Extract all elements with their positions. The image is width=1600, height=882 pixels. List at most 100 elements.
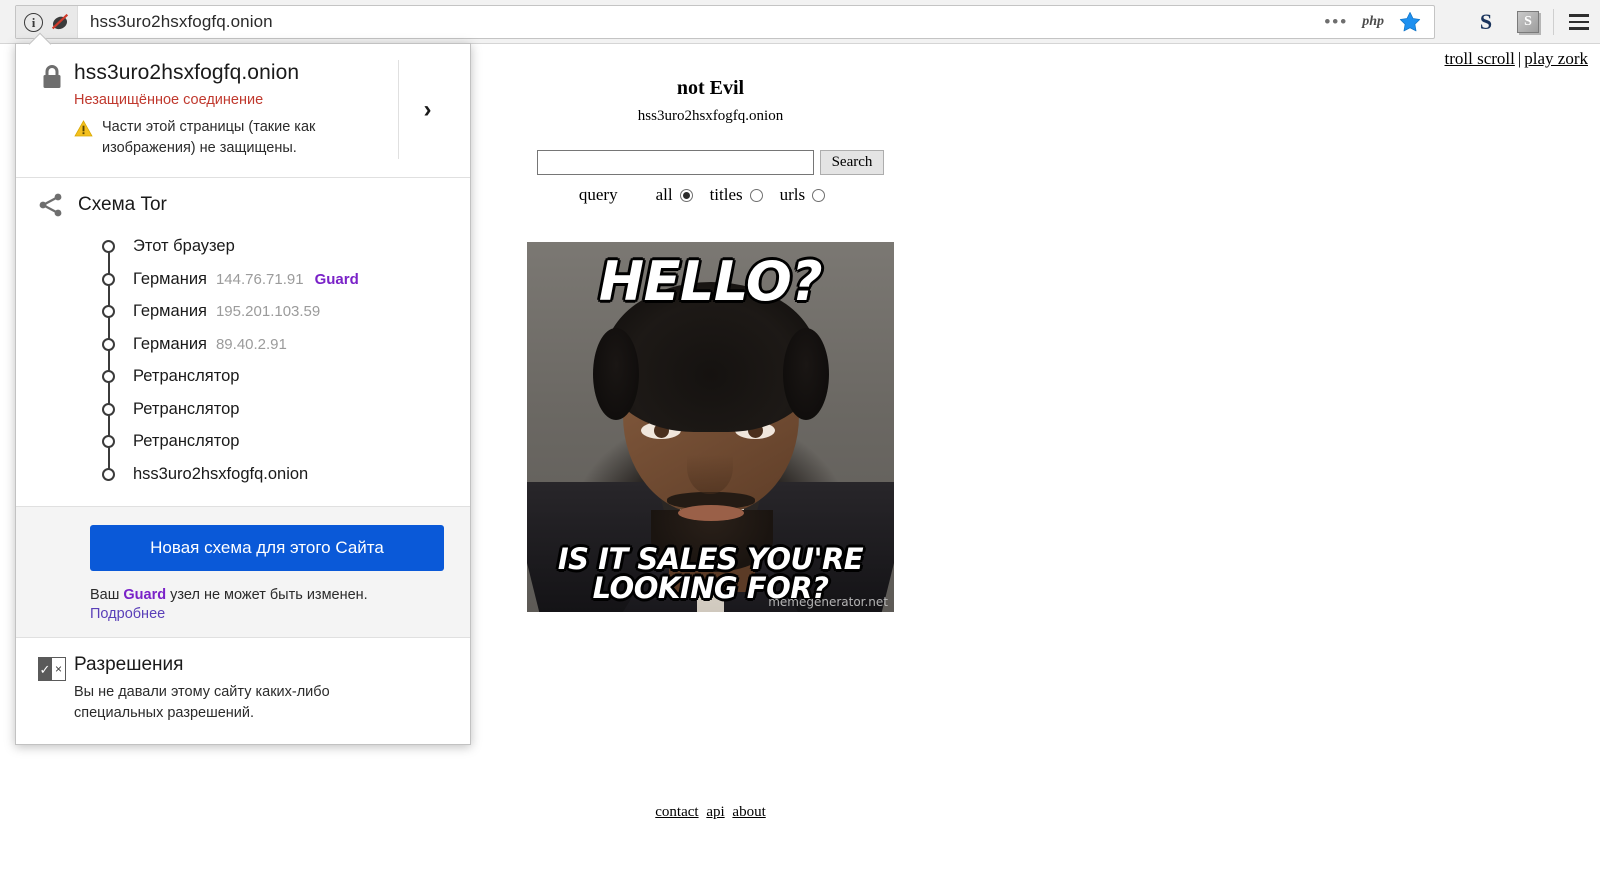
- query-option-titles-label: titles: [709, 185, 743, 204]
- node-label: Германия: [133, 302, 207, 321]
- mixed-content-warning: Части этой страницы (такие как изображен…: [102, 119, 316, 157]
- node-guard-tag: Guard: [314, 270, 359, 288]
- url-text[interactable]: hss3uro2hsxfogfq.onion: [78, 12, 1324, 32]
- node-label: Германия: [133, 269, 207, 288]
- meme-nose: [687, 438, 733, 494]
- radio-all[interactable]: [679, 188, 693, 202]
- link-contact[interactable]: contact: [655, 804, 698, 820]
- tor-node-list: Этот браузер Германия 144.76.71.91 Guard…: [102, 230, 456, 490]
- node-dot-icon: [102, 402, 115, 416]
- guard-note-suffix: узел не может быть изменен.: [166, 587, 368, 604]
- security-body: hss3uro2hsxfogfq.onion Незащищённое соед…: [74, 60, 398, 159]
- panel-host-title: hss3uro2hsxfogfq.onion: [74, 61, 300, 84]
- query-option-all[interactable]: all: [656, 185, 693, 205]
- extension-s-bold-icon: S: [1479, 9, 1493, 34]
- warning-triangle-icon: [74, 120, 93, 137]
- search-input[interactable]: [536, 150, 814, 175]
- tor-section-header: Схема Tor: [30, 192, 456, 218]
- permissions-check-half: ✓: [38, 657, 52, 682]
- node-dot-icon: [102, 467, 115, 481]
- tor-section-title: Схема Tor: [78, 194, 167, 216]
- node-dot-icon: [102, 305, 115, 319]
- more-options-icon[interactable]: •••: [1324, 13, 1348, 30]
- meme-lips: [678, 505, 744, 521]
- tor-node: Германия 144.76.71.91 Guard: [102, 263, 456, 296]
- node-ip: 89.40.2.91: [215, 335, 287, 353]
- node-label: hss3uro2hsxfogfq.onion: [133, 464, 309, 483]
- php-badge-icon[interactable]: php: [1362, 14, 1384, 30]
- meme-top-text: HELLO?: [598, 250, 823, 313]
- new-circuit-section: Новая схема для этого Сайта Ваш Guard уз…: [16, 507, 470, 639]
- toolbar-extensions: S S: [1465, 0, 1600, 44]
- new-circuit-button[interactable]: Новая схема для этого Сайта: [90, 525, 444, 572]
- broken-shield-icon[interactable]: [49, 11, 71, 33]
- top-links-separator: |: [1517, 49, 1522, 68]
- address-bar[interactable]: i hss3uro2hsxfogfq.onion ••• php: [15, 5, 1435, 39]
- tor-circuit-section: Схема Tor Этот браузер Германия 144.76.7…: [16, 178, 470, 508]
- node-label: Ретранслятор: [133, 367, 240, 386]
- query-option-urls-label: urls: [779, 185, 806, 204]
- meme-watermark: memegenerator.net: [768, 595, 888, 609]
- node-dot-icon: [102, 435, 115, 449]
- link-api[interactable]: api: [706, 804, 724, 820]
- hamburger-menu-icon: [1569, 14, 1589, 30]
- lock-icon: [43, 65, 61, 88]
- security-expand-button[interactable]: ›: [398, 60, 456, 160]
- guard-note: Ваш Guard узел не может быть изменен.: [90, 587, 456, 603]
- node-dot-icon: [102, 337, 115, 351]
- lock-icon-wrap: [30, 60, 74, 90]
- tor-node: hss3uro2hsxfogfq.onion: [102, 458, 456, 491]
- site-identity-button[interactable]: i: [16, 6, 78, 38]
- query-option-urls[interactable]: urls: [780, 185, 826, 205]
- toolbar-divider: [1553, 9, 1554, 35]
- search-button[interactable]: Search: [819, 150, 885, 175]
- guard-note-tag: Guard: [123, 587, 167, 604]
- extension-s-box-icon: S: [1517, 11, 1539, 33]
- learn-more-link[interactable]: Подробнее: [90, 606, 165, 622]
- meme-image: HELLO? IS IT SALES YOU'RE LOOKING FOR? m…: [527, 242, 894, 612]
- tor-node: Германия 195.201.103.59: [102, 295, 456, 328]
- radio-urls[interactable]: [812, 188, 826, 202]
- url-action-icons: ••• php: [1324, 10, 1434, 34]
- node-ip: 144.76.71.91: [215, 270, 304, 288]
- permissions-checkbox-icon: ✓ ×: [38, 657, 66, 682]
- node-ip: 195.201.103.59: [215, 303, 321, 321]
- tor-node: Ретранслятор: [102, 360, 456, 393]
- mixed-content-row: Части этой страницы (такие как изображен…: [74, 117, 398, 159]
- link-play-zork[interactable]: play zork: [1524, 49, 1588, 68]
- node-label: Этот браузер: [133, 237, 235, 256]
- node-dot-icon: [102, 272, 115, 286]
- permissions-icon-wrap: ✓ ×: [30, 654, 74, 682]
- tor-circuit-icon: [39, 193, 62, 217]
- footer-links: contact api about: [0, 804, 1421, 821]
- permissions-body: Разрешения Вы не давали этому сайту каки…: [74, 654, 374, 724]
- hamburger-menu-button[interactable]: [1558, 0, 1600, 44]
- top-nav-links: troll scroll | play zork: [1445, 49, 1589, 69]
- tor-node: Германия 89.40.2.91: [102, 328, 456, 361]
- query-option-titles[interactable]: titles: [710, 185, 763, 205]
- info-circle-icon[interactable]: i: [24, 12, 43, 32]
- chevron-right-icon: ›: [423, 95, 432, 123]
- permissions-text: Вы не давали этому сайту каких-либо спец…: [74, 684, 330, 722]
- site-identity-panel: hss3uro2hsxfogfq.onion Незащищённое соед…: [15, 43, 471, 746]
- link-about[interactable]: about: [732, 804, 765, 820]
- node-dot-icon: [102, 240, 115, 254]
- link-troll-scroll[interactable]: troll scroll: [1445, 49, 1515, 68]
- permissions-cross-half: ×: [52, 657, 66, 682]
- browser-toolbar: i hss3uro2hsxfogfq.onion ••• php S S: [0, 0, 1600, 44]
- node-label: Ретранслятор: [133, 399, 240, 418]
- node-dot-icon: [102, 370, 115, 384]
- extension-s-bold-button[interactable]: S: [1465, 0, 1507, 44]
- extension-s-box-button[interactable]: S: [1507, 0, 1549, 44]
- radio-titles[interactable]: [749, 188, 763, 202]
- tor-node: Ретранслятор: [102, 425, 456, 458]
- tor-node: Ретранслятор: [102, 393, 456, 426]
- permissions-section: ✓ × Разрешения Вы не давали этому сайту …: [16, 638, 470, 744]
- permissions-title: Разрешения: [74, 654, 184, 676]
- security-section: hss3uro2hsxfogfq.onion Незащищённое соед…: [16, 44, 470, 179]
- guard-note-prefix: Ваш: [90, 587, 124, 604]
- bookmark-star-icon[interactable]: [1398, 10, 1422, 34]
- query-label: query: [578, 185, 618, 204]
- node-label: Ретранслятор: [133, 432, 240, 451]
- query-option-all-label: all: [655, 185, 673, 204]
